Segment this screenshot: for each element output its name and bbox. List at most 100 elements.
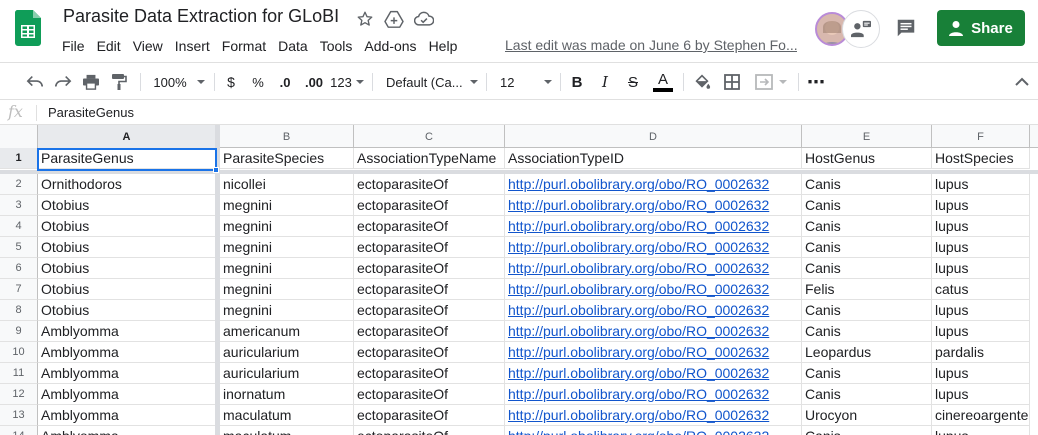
cell-e[interactable]: HostGenus (802, 148, 932, 169)
cell-d-link[interactable]: http://purl.obolibrary.org/obo/RO_000263… (505, 426, 802, 435)
document-title[interactable]: Parasite Data Extraction for GLoBI (63, 6, 339, 27)
cell-b[interactable]: megnini (220, 300, 354, 321)
cell-e[interactable]: Canis (802, 384, 932, 405)
column-header-e[interactable]: E (802, 125, 932, 148)
cell-c[interactable]: ectoparasiteOf (354, 195, 505, 216)
cell-f[interactable]: HostSpecies (932, 148, 1030, 169)
collaborators-button[interactable] (842, 10, 880, 48)
cell-a[interactable]: Otobius (38, 195, 216, 216)
cell-d-link[interactable]: http://purl.obolibrary.org/obo/RO_000263… (505, 405, 802, 426)
more-formats-select[interactable]: 123 (330, 71, 364, 93)
cell-f[interactable]: lupus (932, 384, 1030, 405)
cell-c[interactable]: ectoparasiteOf (354, 342, 505, 363)
move-to-drive-icon[interactable] (384, 9, 404, 29)
row-header[interactable]: 10 (0, 342, 38, 363)
cell-d-link[interactable]: http://purl.obolibrary.org/obo/RO_000263… (505, 321, 802, 342)
cell-f[interactable]: lupus (932, 174, 1030, 195)
cell-e[interactable]: Urocyon (802, 405, 932, 426)
cell-c[interactable]: ectoparasiteOf (354, 216, 505, 237)
cell-f[interactable]: lupus (932, 237, 1030, 258)
italic-button[interactable]: I (596, 71, 614, 93)
row-header[interactable]: 13 (0, 405, 38, 426)
cell-e[interactable]: Canis (802, 300, 932, 321)
cell-c[interactable]: ectoparasiteOf (354, 258, 505, 279)
cell-a[interactable]: Otobius (38, 237, 216, 258)
cell-a[interactable]: Otobius (38, 258, 216, 279)
percent-format-button[interactable]: % (249, 71, 267, 93)
cell-a[interactable]: Ornithodoros (38, 174, 216, 195)
cell-b[interactable]: megnini (220, 279, 354, 300)
cell-c[interactable]: ectoparasiteOf (354, 237, 505, 258)
row-header[interactable]: 11 (0, 363, 38, 384)
borders-icon[interactable] (722, 71, 742, 93)
row-header[interactable]: 6 (0, 258, 38, 279)
cell-b[interactable]: maculatum (220, 405, 354, 426)
cell-b[interactable]: megnini (220, 216, 354, 237)
cell-f[interactable]: lupus (932, 258, 1030, 279)
select-all-corner[interactable] (0, 125, 38, 148)
cell-e[interactable]: Canis (802, 174, 932, 195)
row-header[interactable]: 2 (0, 174, 38, 195)
strikethrough-button[interactable]: S (624, 71, 642, 93)
frozen-row-divider[interactable] (0, 170, 1038, 174)
cell-a[interactable]: Amblyomma (38, 363, 216, 384)
cell-c[interactable]: ectoparasiteOf (354, 426, 505, 435)
cell-b[interactable]: ParasiteSpecies (220, 148, 354, 169)
cell-b[interactable]: megnini (220, 258, 354, 279)
cell-d-link[interactable]: http://purl.obolibrary.org/obo/RO_000263… (505, 216, 802, 237)
cell-e[interactable]: Felis (802, 279, 932, 300)
cell-f[interactable]: catus (932, 279, 1030, 300)
cell-d-link[interactable]: http://purl.obolibrary.org/obo/RO_000263… (505, 237, 802, 258)
undo-icon[interactable] (24, 71, 46, 93)
cell-e[interactable]: Canis (802, 426, 932, 435)
cell-a[interactable]: Amblyomma (38, 321, 216, 342)
cell-f[interactable]: lupus (932, 321, 1030, 342)
cell-c[interactable]: ectoparasiteOf (354, 405, 505, 426)
column-header-a[interactable]: A (38, 125, 216, 148)
cell-c[interactable]: ectoparasiteOf (354, 321, 505, 342)
cell-c[interactable]: ectoparasiteOf (354, 300, 505, 321)
cell-a[interactable]: Amblyomma (38, 426, 216, 435)
cell-c[interactable]: AssociationTypeName (354, 148, 505, 169)
cell-b[interactable]: auricularium (220, 363, 354, 384)
cell-d[interactable]: AssociationTypeID (505, 148, 802, 169)
column-header-d[interactable]: D (505, 125, 802, 148)
cell-a[interactable]: Amblyomma (38, 384, 216, 405)
cell-b[interactable]: inornatum (220, 384, 354, 405)
decrease-decimal-button[interactable]: .0 (274, 71, 296, 93)
row-header[interactable]: 1 (0, 148, 38, 169)
cell-e[interactable]: Canis (802, 321, 932, 342)
cell-b[interactable]: maculatum (220, 426, 354, 435)
row-header[interactable]: 8 (0, 300, 38, 321)
cell-a[interactable]: Otobius (38, 279, 216, 300)
cell-d-link[interactable]: http://purl.obolibrary.org/obo/RO_000263… (505, 363, 802, 384)
row-header[interactable]: 12 (0, 384, 38, 405)
row-header[interactable]: 9 (0, 321, 38, 342)
cell-e[interactable]: Canis (802, 216, 932, 237)
fill-color-icon[interactable] (692, 71, 712, 93)
menu-tools[interactable]: Tools (314, 36, 359, 56)
comment-history-button[interactable] (893, 15, 919, 41)
font-size-select[interactable]: 12 (500, 71, 552, 93)
cell-d-link[interactable]: http://purl.obolibrary.org/obo/RO_000263… (505, 195, 802, 216)
zoom-select[interactable]: 100% (150, 71, 208, 93)
cell-f[interactable]: lupus (932, 300, 1030, 321)
cell-a[interactable]: Amblyomma (38, 342, 216, 363)
star-icon[interactable] (355, 9, 375, 29)
cell-e[interactable]: Canis (802, 195, 932, 216)
print-icon[interactable] (80, 71, 102, 93)
cell-d-link[interactable]: http://purl.obolibrary.org/obo/RO_000263… (505, 174, 802, 195)
cell-a[interactable]: Otobius (38, 216, 216, 237)
cell-e[interactable]: Leopardus (802, 342, 932, 363)
menu-file[interactable]: File (56, 36, 91, 56)
cell-d-link[interactable]: http://purl.obolibrary.org/obo/RO_000263… (505, 279, 802, 300)
row-header[interactable]: 14 (0, 426, 38, 435)
redo-icon[interactable] (52, 71, 74, 93)
column-header-b[interactable]: B (220, 125, 354, 148)
row-header[interactable]: 3 (0, 195, 38, 216)
vertical-scrollbar[interactable] (1030, 174, 1038, 435)
formula-input[interactable]: ParasiteGenus (48, 105, 134, 120)
menu-edit[interactable]: Edit (91, 36, 127, 56)
cell-f[interactable]: lupus (932, 363, 1030, 384)
currency-format-button[interactable]: $ (222, 71, 240, 93)
